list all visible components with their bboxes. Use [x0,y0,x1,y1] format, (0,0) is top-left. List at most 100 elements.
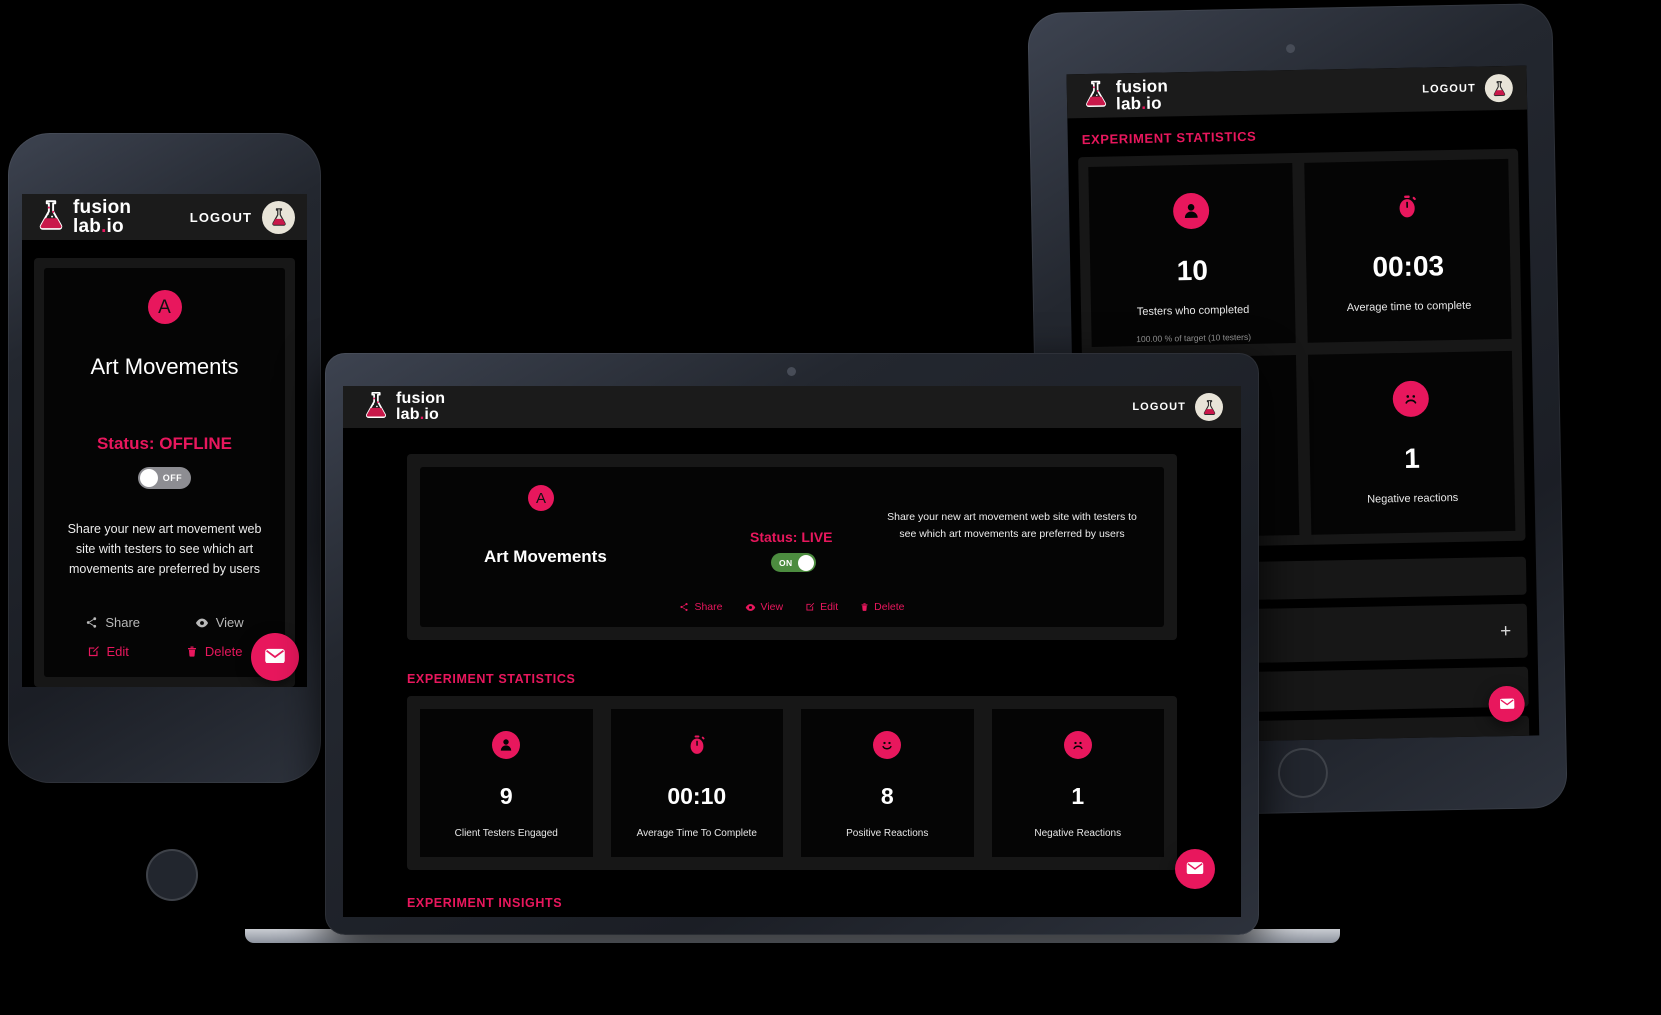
tablet-logo-text: fusion lab.io [1116,76,1169,113]
flask-icon [1081,78,1112,114]
experiment-badge: A [147,290,182,324]
smiley-sad-icon [1063,731,1092,759]
laptop-logo-text: fusion lab.io [396,391,445,423]
edit-label: Edit [106,644,129,659]
stat-label: Negative Reactions [1034,828,1122,839]
share-label: Share [694,601,723,613]
laptop-screen: fusion lab.io LOGOUT A Art Movements Sta… [343,386,1241,917]
view-label: View [215,615,244,630]
laptop-camera [787,367,796,376]
stopwatch-icon [683,731,711,759]
logout-label[interactable]: LOGOUT [190,210,252,225]
trash-icon [187,646,196,657]
stat-sub: 100.00 % of target (10 testers) [1136,331,1252,345]
stat-value: 1 [1403,442,1421,474]
view-button[interactable]: View [195,615,244,630]
toggle-state-label: OFF [162,473,182,483]
delete-label: Delete [204,644,243,659]
chat-bubble-icon[interactable] [1175,849,1215,889]
stopwatch-icon [1389,189,1426,226]
eye-icon [195,618,208,627]
eye-icon [745,603,755,611]
toggle-knob [798,554,814,571]
tablet-camera [1285,43,1296,54]
experiment-title: Art Movements [484,547,607,566]
toggle-knob [140,469,158,487]
flask-avatar-icon[interactable] [1484,73,1514,103]
delete-button[interactable]: Delete [860,601,905,613]
logout-label[interactable]: LOGOUT [1422,83,1476,96]
stat-value: 10 [1176,254,1209,287]
laptop-stat-card-1[interactable]: 00:10 Average Time To Complete [610,709,783,857]
laptop-logout[interactable]: LOGOUT [1132,393,1223,421]
laptop-logo[interactable]: fusion lab.io [361,390,445,425]
stat-label: Average Time To Complete [636,828,757,839]
status-toggle[interactable]: ON [771,553,816,572]
brand-line1: fusion [396,390,446,407]
tablet-logout[interactable]: LOGOUT [1422,73,1514,104]
smiley-sad-icon [1392,380,1430,418]
laptop-appbar: fusion lab.io LOGOUT [343,386,1241,428]
laptop-statistics-panel: 9 Client Testers Engaged 00:10 Average T… [407,696,1177,870]
stat-label: Testers who completed [1136,303,1250,319]
share-icon [87,617,97,628]
laptop-stat-card-2[interactable]: 8 Positive Reactions [801,709,974,857]
phone-appbar: fusion lab.io LOGOUT [22,194,307,240]
status-toggle[interactable]: OFF [138,467,191,489]
brand-tld: io [424,406,439,423]
brand-line2: lab [73,216,102,237]
smiley-happy-icon [873,731,902,759]
tablet-stat-card-1[interactable]: 00:03 Average time to complete [1304,158,1512,343]
tablet-logo[interactable]: fusion lab.io [1081,76,1169,114]
stat-label: Average time to complete [1346,299,1472,315]
edit-button[interactable]: Edit [805,601,838,613]
flask-avatar-icon[interactable] [262,200,295,234]
stat-value: 8 [880,783,894,809]
phone-logout[interactable]: LOGOUT [190,200,295,234]
experiment-actions-row-2: Edit Delete [58,644,271,659]
view-label: View [760,601,784,613]
laptop-stat-card-3[interactable]: 1 Negative Reactions [991,709,1164,857]
edit-button[interactable]: Edit [87,644,129,659]
logout-label[interactable]: LOGOUT [1132,401,1186,413]
share-button[interactable]: Share [679,601,723,613]
experiment-description: Share your new art movement web site wit… [67,522,262,576]
tablet-stat-card-3[interactable]: 1 Negative reactions [1307,350,1516,535]
screenshot-stage: fusion lab.io LOGOUT EXPERIMENT STATISTI… [0,0,1661,1015]
stat-label: Negative reactions [1367,491,1459,506]
phone-home-button[interactable] [146,849,198,901]
phone-screen: fusion lab.io LOGOUT A Art Movements Sta… [22,194,307,687]
phone-logo-text: fusion lab.io [73,198,131,236]
phone-experiment-card[interactable]: A Art Movements Status: OFFLINE OFF Shar… [44,268,285,677]
share-label: Share [105,615,141,630]
laptop-insights-heading: EXPERIMENT INSIGHTS [407,896,563,910]
flask-icon [34,198,68,237]
stat-label: Positive Reactions [846,828,929,839]
laptop-statistics-heading: EXPERIMENT STATISTICS [407,672,576,686]
edit-icon [88,646,99,657]
laptop-experiment-card[interactable]: A Art Movements Status: LIVE ON Share yo… [420,467,1164,627]
stat-value: 00:10 [667,783,727,809]
phone-device: fusion lab.io LOGOUT A Art Movements Sta… [8,133,321,901]
delete-button[interactable]: Delete [186,644,243,659]
brand-tld: io [106,216,124,237]
edit-label: Edit [820,601,839,613]
edit-icon [806,602,815,611]
toggle-state-label: ON [779,557,793,568]
laptop-stat-card-0[interactable]: 9 Client Testers Engaged [420,709,593,857]
view-button[interactable]: View [745,601,784,613]
person-icon [492,731,521,759]
brand-line1: fusion [73,197,132,218]
add-button[interactable]: + [1500,620,1512,641]
tablet-stat-card-0[interactable]: 10 Testers who completed 100.00 % of tar… [1088,163,1296,347]
chat-bubble-icon[interactable] [251,633,299,681]
experiment-badge-letter: A [158,296,171,318]
phone-experiment-panel: A Art Movements Status: OFFLINE OFF Shar… [34,258,295,687]
trash-icon [861,603,868,611]
stat-label: Client Testers Engaged [454,828,558,839]
flask-avatar-icon[interactable] [1195,393,1223,421]
phone-logo[interactable]: fusion lab.io [34,198,131,237]
stat-value: 1 [1071,783,1085,809]
share-button[interactable]: Share [85,615,140,630]
stat-value: 9 [499,783,513,809]
